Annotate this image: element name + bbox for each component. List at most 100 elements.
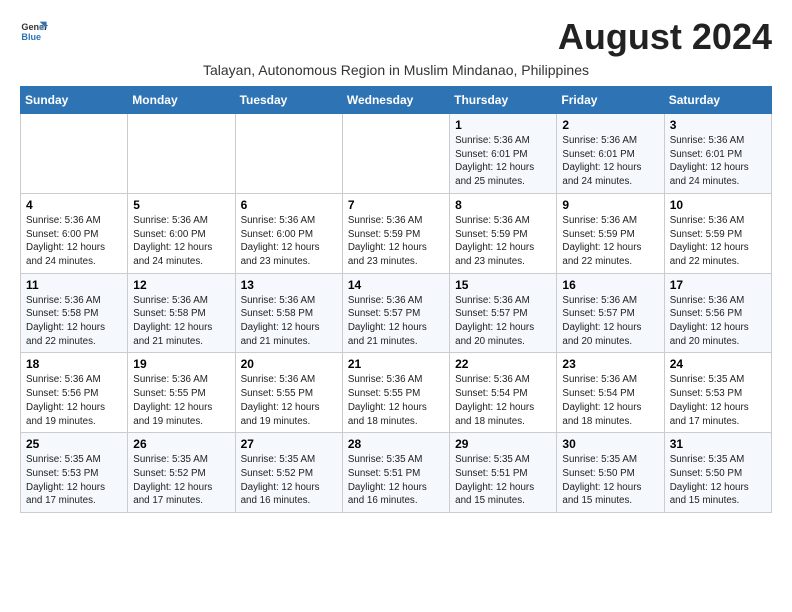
- day-number: 9: [562, 198, 658, 212]
- calendar-cell: 15Sunrise: 5:36 AM Sunset: 5:57 PM Dayli…: [450, 273, 557, 353]
- calendar-cell: 22 Sunrise: 5:36 AM Sunset: 5:54 PM Dayli…: [450, 353, 557, 433]
- day-info: Sunrise: 5:36 AM Sunset: 5:59 PM Dayligh…: [562, 214, 658, 269]
- day-info: Sunrise: 5:36 AM Sunset: 5:59 PM Dayligh…: [455, 214, 551, 269]
- day-number: 30: [562, 437, 658, 451]
- calendar-cell: 3Sunrise: 5:36 AM Sunset: 6:01 PM Daylig…: [664, 114, 771, 194]
- day-of-week-header: Tuesday: [235, 87, 342, 114]
- day-number: 21: [348, 357, 444, 371]
- calendar-cell: 9 Sunrise: 5:36 AM Sunset: 5:59 PM Daylig…: [557, 193, 664, 273]
- calendar-week-row: 11 Sunrise: 5:36 AM Sunset: 5:58 PM Dayli…: [21, 273, 772, 353]
- day-info: Sunrise: 5:35 AM Sunset: 5:53 PM Dayligh…: [670, 373, 766, 428]
- day-info: Sunrise: 5:36 AM Sunset: 5:57 PM Dayligh…: [562, 294, 658, 349]
- calendar-cell: 4 Sunrise: 5:36 AM Sunset: 6:00 PM Daylig…: [21, 193, 128, 273]
- calendar-cell: 14Sunrise: 5:36 AM Sunset: 5:57 PM Dayli…: [342, 273, 449, 353]
- calendar-week-row: 18Sunrise: 5:36 AM Sunset: 5:56 PM Dayli…: [21, 353, 772, 433]
- day-number: 25: [26, 437, 122, 451]
- calendar-week-row: 1 Sunrise: 5:36 AM Sunset: 6:01 PM Daylig…: [21, 114, 772, 194]
- day-info: Sunrise: 5:36 AM Sunset: 5:59 PM Dayligh…: [670, 214, 766, 269]
- calendar-week-row: 4 Sunrise: 5:36 AM Sunset: 6:00 PM Daylig…: [21, 193, 772, 273]
- calendar-cell: 25 Sunrise: 5:35 AM Sunset: 5:53 PM Dayli…: [21, 433, 128, 513]
- calendar-cell: 10 Sunrise: 5:36 AM Sunset: 5:59 PM Dayli…: [664, 193, 771, 273]
- calendar-cell: 26Sunrise: 5:35 AM Sunset: 5:52 PM Dayli…: [128, 433, 235, 513]
- day-number: 26: [133, 437, 229, 451]
- day-number: 12: [133, 278, 229, 292]
- calendar-cell: 1 Sunrise: 5:36 AM Sunset: 6:01 PM Daylig…: [450, 114, 557, 194]
- day-info: Sunrise: 5:35 AM Sunset: 5:52 PM Dayligh…: [241, 453, 337, 508]
- calendar-cell: 19 Sunrise: 5:36 AM Sunset: 5:55 PM Dayli…: [128, 353, 235, 433]
- day-info: Sunrise: 5:36 AM Sunset: 6:00 PM Dayligh…: [26, 214, 122, 269]
- day-number: 2: [562, 118, 658, 132]
- day-info: Sunrise: 5:35 AM Sunset: 5:53 PM Dayligh…: [26, 453, 122, 508]
- calendar-cell: 8 Sunrise: 5:36 AM Sunset: 5:59 PM Daylig…: [450, 193, 557, 273]
- day-number: 22: [455, 357, 551, 371]
- calendar-cell: [21, 114, 128, 194]
- calendar-cell: 27 Sunrise: 5:35 AM Sunset: 5:52 PM Dayli…: [235, 433, 342, 513]
- month-title: August 2024: [558, 16, 772, 58]
- calendar-cell: 29 Sunrise: 5:35 AM Sunset: 5:51 PM Dayli…: [450, 433, 557, 513]
- calendar-week-row: 25 Sunrise: 5:35 AM Sunset: 5:53 PM Dayli…: [21, 433, 772, 513]
- day-number: 4: [26, 198, 122, 212]
- day-number: 10: [670, 198, 766, 212]
- calendar-cell: 16 Sunrise: 5:36 AM Sunset: 5:57 PM Dayli…: [557, 273, 664, 353]
- day-info: Sunrise: 5:36 AM Sunset: 5:56 PM Dayligh…: [26, 373, 122, 428]
- day-info: Sunrise: 5:35 AM Sunset: 5:51 PM Dayligh…: [455, 453, 551, 508]
- calendar-cell: 18Sunrise: 5:36 AM Sunset: 5:56 PM Dayli…: [21, 353, 128, 433]
- day-info: Sunrise: 5:36 AM Sunset: 5:55 PM Dayligh…: [241, 373, 337, 428]
- day-number: 8: [455, 198, 551, 212]
- subtitle: Talayan, Autonomous Region in Muslim Min…: [20, 62, 772, 78]
- day-number: 11: [26, 278, 122, 292]
- day-info: Sunrise: 5:35 AM Sunset: 5:50 PM Dayligh…: [562, 453, 658, 508]
- day-number: 14: [348, 278, 444, 292]
- day-of-week-header: Wednesday: [342, 87, 449, 114]
- calendar-cell: 2 Sunrise: 5:36 AM Sunset: 6:01 PM Daylig…: [557, 114, 664, 194]
- day-of-week-header: Monday: [128, 87, 235, 114]
- calendar-cell: 23Sunrise: 5:36 AM Sunset: 5:54 PM Dayli…: [557, 353, 664, 433]
- day-info: Sunrise: 5:36 AM Sunset: 5:58 PM Dayligh…: [133, 294, 229, 349]
- day-number: 24: [670, 357, 766, 371]
- calendar-cell: [235, 114, 342, 194]
- calendar-cell: 5 Sunrise: 5:36 AM Sunset: 6:00 PM Daylig…: [128, 193, 235, 273]
- day-number: 7: [348, 198, 444, 212]
- calendar-body: 1 Sunrise: 5:36 AM Sunset: 6:01 PM Daylig…: [21, 114, 772, 513]
- day-number: 29: [455, 437, 551, 451]
- day-number: 5: [133, 198, 229, 212]
- day-info: Sunrise: 5:36 AM Sunset: 6:00 PM Dayligh…: [133, 214, 229, 269]
- day-info: Sunrise: 5:36 AM Sunset: 6:01 PM Dayligh…: [562, 134, 658, 189]
- day-number: 1: [455, 118, 551, 132]
- day-info: Sunrise: 5:36 AM Sunset: 5:55 PM Dayligh…: [133, 373, 229, 428]
- logo-icon: General Blue: [20, 16, 48, 44]
- svg-text:Blue: Blue: [21, 32, 41, 42]
- calendar-cell: 12 Sunrise: 5:36 AM Sunset: 5:58 PM Dayli…: [128, 273, 235, 353]
- day-info: Sunrise: 5:36 AM Sunset: 6:00 PM Dayligh…: [241, 214, 337, 269]
- day-info: Sunrise: 5:36 AM Sunset: 6:01 PM Dayligh…: [455, 134, 551, 189]
- calendar-cell: 13Sunrise: 5:36 AM Sunset: 5:58 PM Dayli…: [235, 273, 342, 353]
- day-info: Sunrise: 5:36 AM Sunset: 5:54 PM Dayligh…: [455, 373, 551, 428]
- day-info: Sunrise: 5:36 AM Sunset: 5:58 PM Dayligh…: [26, 294, 122, 349]
- day-number: 23: [562, 357, 658, 371]
- day-of-week-header: Thursday: [450, 87, 557, 114]
- calendar-cell: 24 Sunrise: 5:35 AM Sunset: 5:53 PM Dayli…: [664, 353, 771, 433]
- day-number: 19: [133, 357, 229, 371]
- day-number: 16: [562, 278, 658, 292]
- day-info: Sunrise: 5:35 AM Sunset: 5:51 PM Dayligh…: [348, 453, 444, 508]
- day-of-week-header: Friday: [557, 87, 664, 114]
- day-number: 3: [670, 118, 766, 132]
- day-info: Sunrise: 5:36 AM Sunset: 5:55 PM Dayligh…: [348, 373, 444, 428]
- logo: General Blue: [20, 16, 48, 44]
- day-info: Sunrise: 5:36 AM Sunset: 5:58 PM Dayligh…: [241, 294, 337, 349]
- header: General Blue August 2024: [20, 16, 772, 58]
- day-info: Sunrise: 5:35 AM Sunset: 5:50 PM Dayligh…: [670, 453, 766, 508]
- calendar-cell: [128, 114, 235, 194]
- day-number: 20: [241, 357, 337, 371]
- day-info: Sunrise: 5:36 AM Sunset: 5:56 PM Dayligh…: [670, 294, 766, 349]
- calendar-cell: 28Sunrise: 5:35 AM Sunset: 5:51 PM Dayli…: [342, 433, 449, 513]
- day-number: 15: [455, 278, 551, 292]
- day-number: 27: [241, 437, 337, 451]
- calendar-cell: 30 Sunrise: 5:35 AM Sunset: 5:50 PM Dayli…: [557, 433, 664, 513]
- calendar-cell: 20 Sunrise: 5:36 AM Sunset: 5:55 PM Dayli…: [235, 353, 342, 433]
- calendar-cell: 6Sunrise: 5:36 AM Sunset: 6:00 PM Daylig…: [235, 193, 342, 273]
- calendar-cell: [342, 114, 449, 194]
- calendar-cell: 11 Sunrise: 5:36 AM Sunset: 5:58 PM Dayli…: [21, 273, 128, 353]
- day-of-week-header: Saturday: [664, 87, 771, 114]
- days-of-week-row: SundayMondayTuesdayWednesdayThursdayFrid…: [21, 87, 772, 114]
